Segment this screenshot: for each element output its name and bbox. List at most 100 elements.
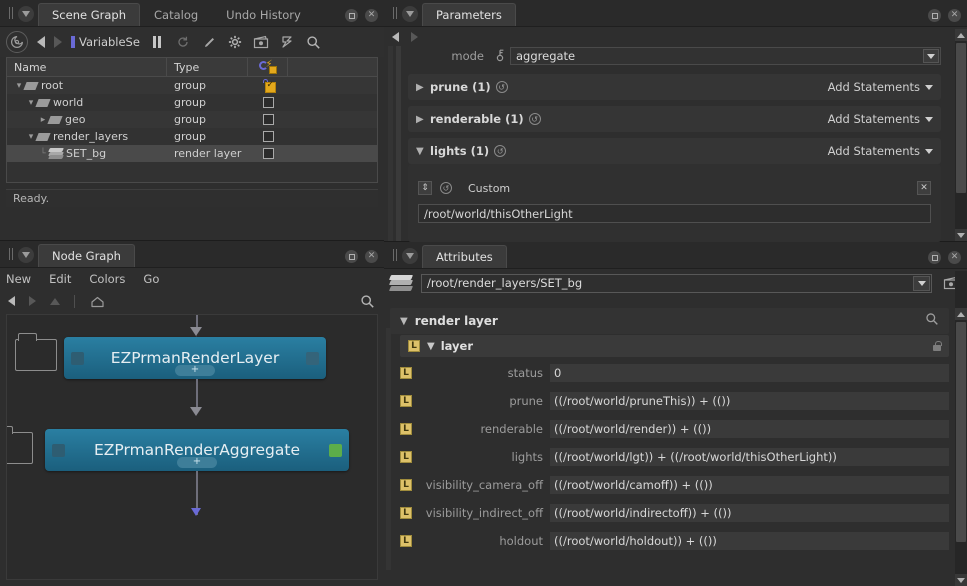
revert-icon[interactable]: ↺ [440, 182, 452, 194]
panel-menu-icon[interactable] [402, 6, 418, 22]
node-ezprman-render-aggregate[interactable]: EZPrmanRenderAggregate + [45, 429, 349, 471]
panel-grip-icon[interactable] [4, 4, 14, 22]
row-checkbox[interactable] [262, 114, 274, 125]
panel-grip-icon[interactable] [388, 4, 398, 22]
close-icon[interactable]: ✕ [948, 251, 961, 264]
add-statements-renderable[interactable]: Add Statements [828, 112, 933, 126]
forward-arrow-icon[interactable] [411, 32, 418, 42]
chevron-down-icon[interactable]: ▼ [416, 146, 430, 157]
attribute-value[interactable]: ((/root/world/camoff)) + (()) [550, 476, 949, 494]
node-expand-button[interactable]: + [175, 365, 215, 376]
scroll-down-icon[interactable] [955, 574, 967, 586]
tab-scene-graph[interactable]: Scene Graph [38, 3, 140, 26]
scroll-thumb[interactable] [956, 43, 966, 193]
reorder-icon[interactable]: ⇕ [418, 181, 432, 195]
menu-go[interactable]: Go [143, 272, 159, 286]
attributes-group-layer[interactable]: L ▼ layer [400, 335, 949, 357]
variable-set-button[interactable]: VariableSe [71, 35, 140, 49]
chevron-down-icon[interactable] [923, 49, 939, 63]
lights-entry-input[interactable]: /root/world/thisOtherLight [418, 204, 931, 223]
attributes-section-render-layer[interactable]: ▼ render layer [390, 308, 949, 334]
attribute-row-visibility-camera-off[interactable]: L visibility_camera_off ((/root/world/ca… [400, 476, 949, 494]
table-row[interactable]: └ SET_bg render layer [7, 145, 377, 162]
close-icon[interactable]: ✕ [365, 9, 378, 22]
chevron-right-icon[interactable]: ▶ [416, 82, 430, 93]
menu-new[interactable]: New [6, 272, 31, 286]
attribute-row-holdout[interactable]: L holdout ((/root/world/holdout)) + (()) [400, 532, 949, 550]
node-output-port[interactable] [306, 351, 319, 365]
close-icon[interactable]: ✕ [948, 9, 961, 22]
attribute-value[interactable]: ((/root/world/indirectoff)) + (()) [550, 504, 949, 522]
chevron-down-icon[interactable]: ▼ [400, 316, 408, 327]
attribute-row-lights[interactable]: L lights ((/root/world/lgt)) + ((/root/w… [400, 448, 949, 466]
column-header-sync[interactable]: ⚡ [248, 58, 288, 76]
table-row[interactable]: ▾ render_layers group [7, 128, 377, 145]
chevron-right-icon[interactable]: ▶ [416, 114, 430, 125]
row-checkbox[interactable] [262, 131, 274, 142]
attribute-value[interactable]: ((/root/world/holdout)) + (()) [550, 532, 949, 550]
row-checkbox[interactable] [264, 80, 276, 93]
back-arrow-icon[interactable] [8, 296, 15, 306]
tab-parameters[interactable]: Parameters [422, 3, 516, 26]
attribute-row-renderable[interactable]: L renderable ((/root/world/render)) + ((… [400, 420, 949, 438]
row-check-cell[interactable] [248, 131, 288, 142]
refresh-icon[interactable] [175, 34, 192, 51]
pause-icon[interactable] [149, 34, 166, 51]
table-row[interactable]: ▾ world group [7, 94, 377, 111]
bookmark-icon[interactable] [279, 34, 296, 51]
panel-grip-icon[interactable] [388, 246, 398, 264]
search-icon[interactable] [305, 34, 322, 51]
scroll-down-icon[interactable] [955, 229, 967, 241]
delete-entry-icon[interactable]: ✕ [917, 181, 931, 195]
param-group-lights[interactable]: ▼ lights (1) ↺ Add Statements [408, 138, 941, 164]
row-check-cell[interactable] [248, 148, 288, 159]
gear-icon[interactable] [227, 34, 244, 51]
node-input-port[interactable] [52, 443, 65, 457]
scroll-up-icon[interactable] [955, 308, 967, 320]
table-row[interactable]: ▾ root group [7, 77, 377, 94]
add-statements-prune[interactable]: Add Statements [828, 80, 933, 94]
row-check-cell[interactable] [248, 97, 288, 108]
revert-icon[interactable]: ↺ [495, 81, 508, 93]
column-header-type[interactable]: Type [167, 58, 248, 76]
maximize-icon[interactable] [345, 9, 358, 22]
node-input-port[interactable] [71, 351, 84, 365]
node-ezprman-render-layer[interactable]: EZPrmanRenderLayer + [64, 337, 326, 379]
panel-menu-icon[interactable] [18, 247, 34, 263]
attribute-row-status[interactable]: L status 0 [400, 364, 949, 382]
node-graph-canvas[interactable]: EZPrmanRenderLayer + EZPrmanRenderAggreg… [6, 314, 378, 580]
attribute-value[interactable]: ((/root/world/lgt)) + ((/root/world/this… [550, 448, 949, 466]
close-icon[interactable]: ✕ [365, 250, 378, 263]
back-arrow-icon[interactable] [37, 36, 45, 48]
attributes-scrollbar[interactable] [955, 271, 967, 586]
parameters-scrollbar[interactable] [955, 29, 967, 241]
column-header-name[interactable]: Name [7, 58, 167, 76]
tab-attributes[interactable]: Attributes [422, 245, 507, 268]
row-check-cell[interactable] [248, 114, 288, 125]
up-arrow-icon[interactable] [50, 297, 60, 305]
revert-icon[interactable]: ↺ [528, 113, 541, 125]
row-checkbox[interactable] [262, 148, 274, 159]
panel-grip-icon[interactable] [4, 245, 14, 263]
tab-catalog[interactable]: Catalog [140, 3, 212, 26]
chevron-down-icon[interactable] [913, 275, 930, 291]
param-group-prune[interactable]: ▶ prune (1) ↺ Add Statements [408, 74, 941, 100]
node-output-port[interactable] [329, 443, 342, 457]
key-icon[interactable] [494, 48, 510, 65]
node-expand-button[interactable]: + [177, 457, 217, 468]
menu-colors[interactable]: Colors [89, 272, 125, 286]
camera-icon[interactable] [253, 34, 270, 51]
row-check-cell[interactable] [248, 78, 288, 93]
mode-select[interactable]: aggregate [510, 47, 941, 65]
maximize-icon[interactable] [928, 251, 941, 264]
attribute-row-prune[interactable]: L prune ((/root/world/pruneThis)) + (()) [400, 392, 949, 410]
add-statements-lights[interactable]: Add Statements [828, 144, 933, 158]
scene-graph-tree[interactable]: Name Type ⚡ ▾ root group ✓ ▾ world group… [6, 57, 378, 183]
panel-menu-icon[interactable] [18, 6, 34, 22]
panel-menu-icon[interactable] [402, 248, 418, 264]
maximize-icon[interactable] [928, 9, 941, 22]
attribute-value[interactable]: ((/root/world/pruneThis)) + (()) [550, 392, 949, 410]
maximize-icon[interactable] [345, 250, 358, 263]
table-row[interactable]: ▸ geo group [7, 111, 377, 128]
pencil-icon[interactable] [201, 34, 218, 51]
